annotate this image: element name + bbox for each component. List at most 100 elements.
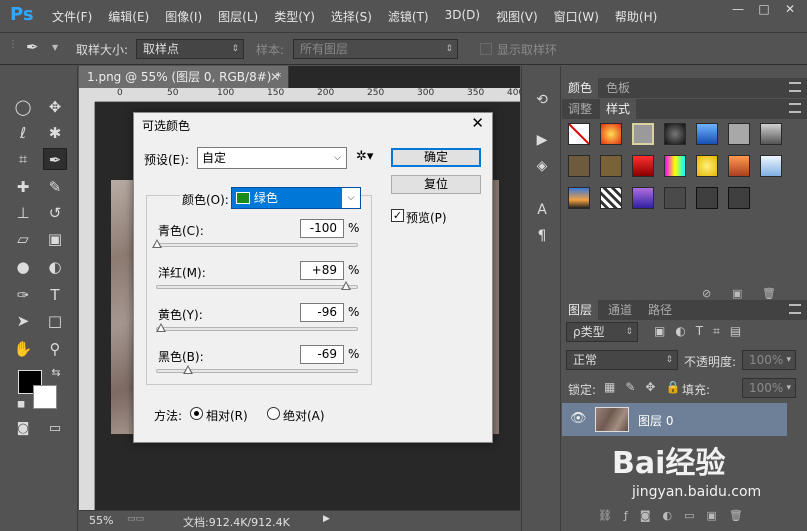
cyan-slider[interactable] xyxy=(152,239,358,248)
black-slider-thumb[interactable] xyxy=(183,365,193,374)
character-icon[interactable]: A xyxy=(532,200,552,220)
preset-options-gear-icon[interactable]: ✲▾ xyxy=(356,149,373,164)
magic-wand-tool-icon[interactable]: ✱ xyxy=(43,122,67,144)
style-swatch[interactable] xyxy=(664,123,686,145)
history-brush-tool-icon[interactable]: ↺ xyxy=(43,202,67,224)
method-absolute-radio[interactable] xyxy=(267,407,280,420)
history-icon[interactable]: ⟲ xyxy=(532,90,552,110)
pen-tool-icon[interactable]: ✑ xyxy=(11,284,35,306)
menu-layer[interactable]: 图层(L) xyxy=(210,8,266,25)
menu-3d[interactable]: 3D(D) xyxy=(437,8,488,25)
yellow-slider[interactable] xyxy=(156,323,358,332)
style-swatch[interactable] xyxy=(568,155,590,177)
menu-file[interactable]: 文件(F) xyxy=(44,8,100,25)
swap-colors-icon[interactable]: ⇆ xyxy=(44,362,68,384)
color-select[interactable]: 绿色 ⌵ xyxy=(231,187,361,209)
lasso-tool-icon[interactable]: ℓ xyxy=(11,122,35,144)
dodge-tool-icon[interactable]: ◐ xyxy=(43,256,67,278)
panel-menu-icon[interactable] xyxy=(789,304,801,314)
new-style-icon[interactable]: ▣ xyxy=(732,287,742,300)
yellow-slider-thumb[interactable] xyxy=(156,323,166,332)
fill-input[interactable]: 100% ▾ xyxy=(742,378,796,398)
style-swatch[interactable] xyxy=(696,155,718,177)
style-swatch-none[interactable] xyxy=(568,123,590,145)
path-selection-tool-icon[interactable]: ➤ xyxy=(11,310,35,332)
tab-paths[interactable]: 路径 xyxy=(642,300,678,320)
eyedropper-tool-icon[interactable]: ✒ xyxy=(43,148,67,170)
style-swatch-selected[interactable] xyxy=(632,123,654,145)
style-swatch[interactable] xyxy=(728,187,750,209)
type-tool-icon[interactable]: T xyxy=(43,284,67,306)
menu-edit[interactable]: 编辑(E) xyxy=(100,8,157,25)
style-swatch[interactable] xyxy=(696,123,718,145)
style-swatch[interactable] xyxy=(696,187,718,209)
magenta-slider-thumb[interactable] xyxy=(341,281,351,290)
tab-color[interactable]: 颜色 xyxy=(562,78,599,98)
style-swatch[interactable] xyxy=(728,123,750,145)
style-swatch[interactable] xyxy=(632,187,654,209)
tab-styles[interactable]: 样式 xyxy=(600,99,637,119)
sample-select[interactable]: 所有图层 ⇕ xyxy=(293,39,458,59)
horizontal-ruler[interactable]: 0 50 100 150 200 250 300 350 400 xyxy=(95,88,524,102)
eraser-tool-icon[interactable]: ▱ xyxy=(11,228,35,250)
minimize-button[interactable]: — xyxy=(727,3,749,17)
style-swatch[interactable] xyxy=(664,155,686,177)
default-colors-icon[interactable]: ◼ xyxy=(9,394,33,416)
3d-icon[interactable]: ◈ xyxy=(532,156,552,176)
menu-select[interactable]: 选择(S) xyxy=(323,8,380,25)
sample-size-select[interactable]: 取样点 ⇕ xyxy=(136,39,244,59)
layer-name[interactable]: 图层 0 xyxy=(638,412,673,429)
method-relative-radio[interactable] xyxy=(190,407,203,420)
layer-filter-icons[interactable]: ▣◐T⌗▤ xyxy=(654,324,751,339)
layer-filter-select[interactable]: ρ类型 ⇕ xyxy=(566,322,638,342)
move-tool-icon[interactable]: ✥ xyxy=(43,96,67,118)
hand-tool-icon[interactable]: ✋ xyxy=(11,338,35,360)
blend-mode-select[interactable]: 正常 ⇕ xyxy=(566,350,678,370)
healing-brush-tool-icon[interactable]: ✚ xyxy=(11,176,35,198)
reset-button[interactable]: 复位 xyxy=(391,175,481,194)
magenta-input[interactable]: +89 xyxy=(300,261,344,280)
crop-tool-icon[interactable]: ⌗ xyxy=(11,148,35,170)
preset-select[interactable]: 自定 ⌵ xyxy=(197,147,347,169)
tab-layers[interactable]: 图层 xyxy=(562,300,599,320)
menu-filter[interactable]: 滤镜(T) xyxy=(380,8,437,25)
preview-checkbox[interactable]: ✓ xyxy=(391,209,404,222)
clone-stamp-tool-icon[interactable]: ⊥ xyxy=(11,202,35,224)
lock-icons[interactable]: ▦✎✥🔒 xyxy=(604,380,690,394)
menu-image[interactable]: 图像(I) xyxy=(157,8,210,25)
panel-menu-icon[interactable] xyxy=(789,103,801,113)
actions-play-icon[interactable]: ▶ xyxy=(532,130,552,150)
yellow-input[interactable]: -96 xyxy=(300,303,344,322)
style-swatch[interactable] xyxy=(760,123,782,145)
style-swatch[interactable] xyxy=(760,155,782,177)
background-color-swatch[interactable] xyxy=(33,385,57,409)
menu-help[interactable]: 帮助(H) xyxy=(607,8,665,25)
screen-mode-icon[interactable]: ▭ xyxy=(43,418,67,440)
ok-button[interactable]: 确定 xyxy=(391,148,481,167)
close-window-button[interactable]: ✕ xyxy=(779,3,801,17)
layer-thumbnail[interactable] xyxy=(595,407,629,432)
layer-row[interactable]: 👁 图层 0 xyxy=(562,403,787,436)
gradient-tool-icon[interactable]: ▣ xyxy=(43,228,67,250)
style-swatch[interactable] xyxy=(600,187,622,209)
paragraph-icon[interactable]: ¶ xyxy=(532,226,552,246)
style-swatch[interactable] xyxy=(600,155,622,177)
vertical-ruler[interactable] xyxy=(79,102,95,512)
tool-preset-dropdown-icon[interactable]: ▼ xyxy=(52,43,58,52)
marquee-tool-icon[interactable]: ◯ xyxy=(11,96,35,118)
menu-view[interactable]: 视图(V) xyxy=(488,8,546,25)
panel-menu-icon[interactable] xyxy=(789,82,801,92)
dialog-close-button[interactable]: ✕ xyxy=(471,114,484,132)
style-swatch[interactable] xyxy=(600,123,622,145)
blur-tool-icon[interactable]: ● xyxy=(11,256,35,278)
clear-style-icon[interactable]: ⊘ xyxy=(702,287,711,300)
cyan-slider-thumb[interactable] xyxy=(152,239,162,248)
magenta-slider[interactable] xyxy=(156,281,358,290)
style-swatch[interactable] xyxy=(568,187,590,209)
style-swatch[interactable] xyxy=(728,155,750,177)
zoom-tool-icon[interactable]: ⚲ xyxy=(43,338,67,360)
visibility-eye-icon[interactable]: 👁 xyxy=(570,411,587,426)
document-tab[interactable]: 1.png @ 55% (图层 0, RGB/8#) * ✕ xyxy=(79,66,289,88)
zoom-level[interactable]: 55% xyxy=(89,514,113,527)
style-swatch[interactable] xyxy=(632,155,654,177)
